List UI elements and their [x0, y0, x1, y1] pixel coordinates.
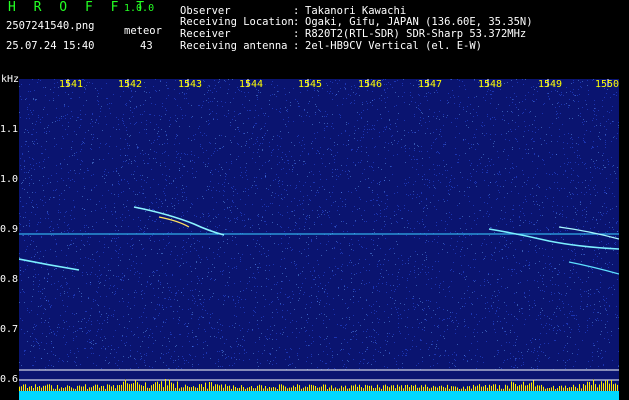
x-tick-label: 1545 — [298, 79, 323, 90]
antenna-label: Receiving antenna — [180, 40, 288, 52]
noise-layer — [19, 79, 619, 370]
y-tick-label: 0.7 — [0, 324, 19, 335]
meteor-trace — [158, 216, 190, 228]
x-tick-label: 1549 — [538, 79, 563, 90]
x-tick-label: 1547 — [418, 79, 443, 90]
x-tick-label: 1542 — [118, 79, 143, 90]
location-label: Receiving Location — [180, 16, 294, 28]
meteor-trace — [19, 258, 80, 271]
receiver-value: R820T2(RTL-SDR) SDR-Sharp 53.372MHz — [305, 28, 527, 40]
meteor-count: 43 — [140, 40, 153, 52]
location-value: Ogaki, Gifu, JAPAN (136.60E, 35.35N) — [305, 16, 533, 28]
y-axis-unit: kHz — [1, 74, 20, 85]
y-tick-label: 0.8 — [0, 274, 19, 285]
header-panel: H R O F F T 1.0.0 2507241540.png meteor … — [0, 0, 629, 74]
signal-strength-bar — [19, 391, 619, 400]
meteor-trace — [558, 226, 619, 240]
y-tick-label: 1.0 — [0, 174, 19, 185]
y-tick-label: 0.9 — [0, 224, 19, 235]
antenna-value: 2el-HB9CV Vertical (el. E-W) — [305, 40, 483, 52]
app-version: 1.0.0 — [124, 3, 155, 14]
separator: : — [293, 28, 300, 40]
x-tick-label: 1541 — [59, 79, 84, 90]
spectrogram — [19, 79, 619, 400]
x-tick-label: 1544 — [239, 79, 264, 90]
y-tick-label: 0.6 — [0, 374, 19, 385]
separator: : — [293, 16, 300, 28]
signal-peaks — [19, 379, 618, 391]
y-axis — [0, 92, 19, 400]
x-tick-label: 1546 — [358, 79, 383, 90]
separator: : — [293, 40, 300, 52]
spectrogram-canvas — [19, 79, 619, 400]
meteor-label: meteor — [124, 25, 162, 37]
file-name: 2507241540.png — [6, 20, 95, 32]
x-tick-label: 1543 — [178, 79, 203, 90]
y-tick-label: 1.1 — [0, 124, 19, 135]
x-tick-label: 1550 — [595, 79, 620, 90]
date-time: 25.07.24 15:40 — [6, 40, 95, 52]
x-tick-label: 1548 — [478, 79, 503, 90]
receiver-label: Receiver — [180, 28, 231, 40]
